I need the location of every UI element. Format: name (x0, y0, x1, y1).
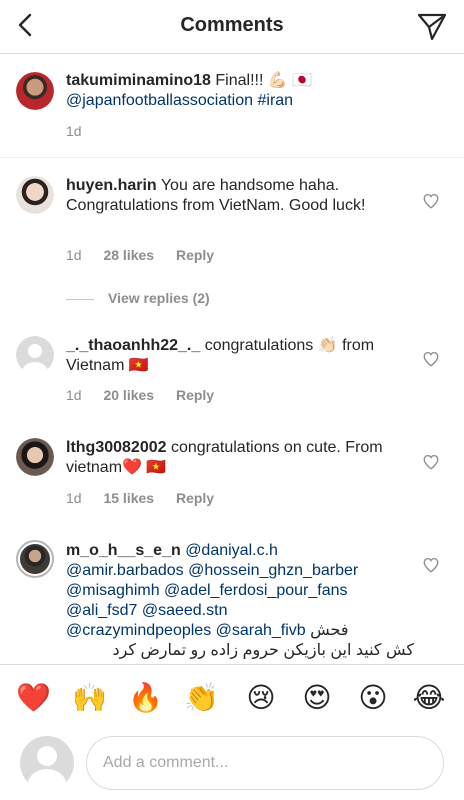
emoji-quick-bar: ❤️ 🙌 🔥 👏 😢 😍 😮 😂 (0, 664, 464, 726)
view-replies-divider (66, 298, 94, 300)
comment-username[interactable]: m_o_h__s_e_n (66, 542, 181, 559)
emoji-crying-button[interactable]: 😢 (244, 681, 278, 715)
caption-mention[interactable]: @japanfootballassociation (66, 92, 253, 109)
caption-hashtag[interactable]: #iran (257, 92, 293, 109)
emoji-surprised-button[interactable]: 😮 (356, 681, 390, 715)
view-replies-label: View replies (2) (108, 290, 210, 306)
caption-username[interactable]: takumiminamino18 (66, 72, 211, 89)
comment-avatar[interactable] (16, 336, 54, 374)
emoji-heart-button[interactable]: ❤️ (16, 681, 51, 715)
caption-text: takumiminamino18 Final!!! 💪🏻 🇯🇵 @japanfo… (66, 71, 414, 111)
comment-item: _._thaoanhh22_._ congratulations 👏🏻 from… (0, 318, 464, 418)
comment-username[interactable]: huyen.harin (66, 177, 157, 194)
reply-button[interactable]: Reply (176, 387, 214, 403)
emoji-laughing-button[interactable]: 😂 (412, 681, 446, 715)
comment-composer (0, 726, 464, 800)
direct-send-icon[interactable] (416, 10, 448, 42)
comment-meta: 1d 20 likes Reply (66, 387, 232, 403)
emoji-clap-button[interactable]: 👏 (184, 681, 219, 715)
comment-username[interactable]: lthg30082002 (66, 439, 167, 456)
view-replies-link[interactable]: View replies (2) (66, 290, 210, 306)
comment-likes[interactable]: 15 likes (103, 490, 154, 506)
comment-item: huyen.harin You are handsome haha. Congr… (0, 158, 464, 288)
emoji-raised-hands-button[interactable]: 🙌 (72, 681, 107, 715)
comment-time: 1d (66, 247, 82, 263)
caption-time: 1d (66, 123, 82, 139)
comment-avatar[interactable] (16, 540, 54, 578)
post-caption: takumiminamino18 Final!!! 💪🏻 🇯🇵 @japanfo… (0, 54, 464, 158)
current-user-avatar (20, 736, 74, 790)
caption-body: Final!!! (215, 72, 264, 89)
emoji-heart-eyes-button[interactable]: 😍 (300, 681, 334, 715)
emoji-fire-button[interactable]: 🔥 (128, 681, 163, 715)
comment-text: huyen.harin You are handsome haha. Congr… (66, 176, 414, 216)
comment-meta: 1d 28 likes Reply (66, 247, 232, 263)
comment-mention[interactable]: @misaghimh @adel_ferdosi_pour_fans (66, 582, 348, 599)
comment-rtl-text: کش کنید این بازیکن حروم زاده رو تمارض کر… (112, 642, 414, 659)
comment-rtl-word: فحش (310, 622, 349, 639)
header-bar: Comments (0, 0, 464, 54)
comment-item: m_o_h__s_e_n @daniyal.c.h @amir.barbados… (0, 524, 464, 664)
reply-button[interactable]: Reply (176, 247, 214, 263)
comment-avatar[interactable] (16, 438, 54, 476)
comment-meta: 1d 15 likes Reply (66, 490, 232, 506)
comment-time: 1d (66, 490, 82, 506)
comment-username[interactable]: _._thaoanhh22_._ (66, 337, 200, 354)
comment-likes[interactable]: 20 likes (103, 387, 154, 403)
page-title: Comments (180, 14, 284, 36)
comment-avatar[interactable] (16, 176, 54, 214)
comment-mention[interactable]: @daniyal.c.h (185, 542, 278, 559)
like-heart-icon[interactable] (422, 192, 440, 210)
comment-likes[interactable]: 28 likes (103, 247, 154, 263)
comment-text: m_o_h__s_e_n @daniyal.c.h @amir.barbados… (66, 541, 414, 661)
default-avatar-icon (22, 344, 48, 374)
comment-time: 1d (66, 387, 82, 403)
caption-meta: 1d (66, 123, 100, 139)
comment-text: _._thaoanhh22_._ congratulations 👏🏻 from… (66, 336, 414, 376)
like-heart-icon[interactable] (422, 350, 440, 368)
add-comment-input[interactable] (86, 736, 444, 790)
caption-emojis: 💪🏻 🇯🇵 (267, 72, 313, 89)
comment-mention[interactable]: @crazymindpeoples @sarah_fivb (66, 622, 306, 639)
comment-mention[interactable]: @ali_fsd7 @saeed.stn (66, 602, 227, 619)
comment-item: lthg30082002 congratulations on cute. Fr… (0, 420, 464, 524)
like-heart-icon[interactable] (422, 556, 440, 574)
comment-text: lthg30082002 congratulations on cute. Fr… (66, 438, 414, 478)
reply-button[interactable]: Reply (176, 490, 214, 506)
caption-avatar[interactable] (16, 72, 54, 110)
like-heart-icon[interactable] (422, 453, 440, 471)
comment-mention[interactable]: @amir.barbados @hossein_ghzn_barber (66, 562, 358, 579)
